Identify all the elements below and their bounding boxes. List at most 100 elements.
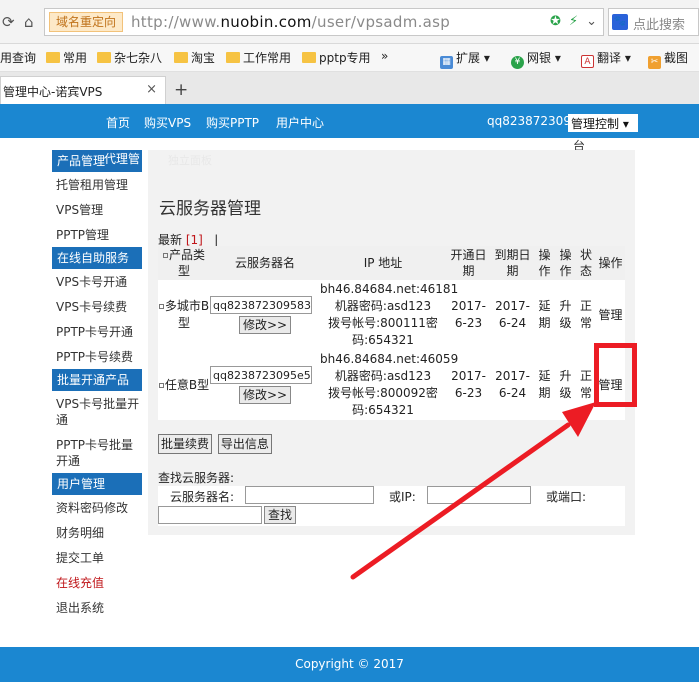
url-text[interactable]: http://www.nuobin.com/user/vpsadm.asp bbox=[131, 13, 450, 31]
url-box[interactable]: 域名重定向 http://www.nuobin.com/user/vpsadm.… bbox=[44, 8, 604, 36]
bottom-strip bbox=[0, 682, 699, 693]
folder-icon bbox=[97, 52, 111, 63]
batch-actions: 批量续费 导出信息 bbox=[158, 434, 274, 454]
select-all-checkbox[interactable] bbox=[162, 253, 168, 258]
bookmark-item[interactable]: ¥ 网银 ▾ bbox=[511, 49, 561, 69]
close-icon[interactable]: × bbox=[146, 82, 157, 97]
security-refresh-icon[interactable]: ✪ bbox=[550, 14, 561, 29]
bookmark-item[interactable]: 杂七杂八 bbox=[97, 49, 162, 66]
sidebar-item-online-recharge[interactable]: 在线充值 bbox=[52, 570, 142, 595]
content-panel: 云服务器管理 最新 [1] | 产品类型 云服务器名 IP 地址 开通日期 到期… bbox=[148, 150, 635, 535]
manage-console-button[interactable]: 管理控制 ▾ bbox=[568, 114, 638, 132]
search-port-input[interactable] bbox=[158, 506, 262, 524]
filter-count: [1] bbox=[185, 233, 203, 247]
sidebar-item-pptp-batch-open[interactable]: PPTP卡号批量开通 bbox=[52, 432, 142, 473]
sidebar-overflow-agent: 代理管 bbox=[104, 152, 141, 166]
bookmark-item[interactable]: ▦ 扩展 ▾ bbox=[440, 49, 490, 69]
column-header: 云服务器名 bbox=[210, 246, 320, 280]
home-icon[interactable]: ⌂ bbox=[24, 13, 34, 31]
row-checkbox[interactable] bbox=[158, 304, 164, 309]
renew-link[interactable]: 延期 bbox=[534, 280, 555, 350]
nav-link-buy-vps[interactable]: 购买VPS bbox=[144, 114, 191, 131]
url-icons: ✪ ⚡ ⌄ bbox=[542, 14, 597, 29]
chevron-down-icon[interactable]: ⌄ bbox=[586, 14, 597, 29]
column-header: IP 地址 bbox=[320, 246, 446, 280]
search-engine-icon: 🐾 bbox=[612, 14, 628, 30]
batch-renew-button[interactable]: 批量续费 bbox=[158, 434, 213, 454]
bookmark-item[interactable]: 常用 bbox=[46, 49, 87, 66]
machine-password: 机器密码:asd123 bbox=[334, 299, 432, 313]
column-header: 操作 bbox=[555, 246, 576, 280]
sidebar-item-financial-details[interactable]: 财务明细 bbox=[52, 520, 142, 545]
bookmark-item[interactable]: 用查询 bbox=[0, 49, 36, 66]
sidebar-item-vps-card-renew[interactable]: VPS卡号续费 bbox=[52, 294, 142, 319]
search-box[interactable]: 🐾 点此搜索 bbox=[608, 8, 699, 36]
tab-title: 管理中心-诺宾VPS bbox=[3, 85, 103, 99]
footer: Copyright © 2017 bbox=[0, 647, 699, 682]
modify-button[interactable]: 修改>> bbox=[238, 316, 292, 334]
bookmark-item[interactable]: A 翻译 ▾ bbox=[581, 49, 631, 68]
bookmark-item[interactable]: 工作常用 bbox=[226, 49, 291, 66]
domain-redirect-tag[interactable]: 域名重定向 bbox=[49, 12, 124, 32]
search-server-name-input[interactable] bbox=[245, 486, 374, 504]
new-tab-button[interactable]: + bbox=[174, 80, 188, 100]
sidebar-section-user-management[interactable]: 用户管理 bbox=[52, 473, 142, 495]
server-name-input[interactable]: qq823872309583c bbox=[210, 296, 312, 314]
sidebar-item-logout[interactable]: 退出系统 bbox=[52, 595, 142, 620]
annotation-highlight-box bbox=[594, 343, 637, 407]
export-info-button[interactable]: 导出信息 bbox=[217, 434, 272, 454]
column-header: 产品类型 bbox=[158, 246, 210, 280]
search-ip-input[interactable] bbox=[427, 486, 531, 504]
upgrade-link[interactable]: 升级 bbox=[555, 350, 576, 420]
sidebar-section-batch-open[interactable]: 批量开通产品 bbox=[52, 369, 142, 391]
browser-tab-active[interactable]: 管理中心-诺宾VPS × bbox=[0, 76, 166, 104]
sidebar-item-pptp-card-open[interactable]: PPTP卡号开通 bbox=[52, 319, 142, 344]
nav-link-home[interactable]: 首页 bbox=[106, 114, 130, 131]
expire-date-cell: 2017-6-24 bbox=[495, 299, 530, 330]
table-row: 多城市B型 qq823872309583c 修改>> bh46.84684.ne… bbox=[158, 280, 625, 350]
sidebar-item-submit-ticket[interactable]: 提交工单 bbox=[52, 545, 142, 570]
column-header: 到期日期 bbox=[491, 246, 534, 280]
lightning-icon[interactable]: ⚡ bbox=[569, 14, 578, 29]
sidebar-item-vps-management[interactable]: VPS管理 bbox=[52, 197, 142, 222]
folder-icon bbox=[46, 52, 60, 63]
search-row: 云服务器名: 或IP: 或端口: 查找 bbox=[158, 486, 625, 526]
server-search-form: 查找云服务器: 云服务器名: 或IP: 或端口: 查找 bbox=[158, 470, 625, 526]
column-header: 操作 bbox=[534, 246, 555, 280]
server-name-label: 云服务器名: bbox=[170, 490, 235, 504]
sidebar-item-pptp-management[interactable]: PPTP管理 bbox=[52, 222, 142, 247]
bookmarks-overflow[interactable]: » bbox=[381, 49, 388, 63]
server-name-input[interactable]: qq8238723095e52 bbox=[210, 366, 312, 384]
table-header-row: 产品类型 云服务器名 IP 地址 开通日期 到期日期 操作 操作 状态 操作 bbox=[158, 246, 625, 280]
column-header: 操作 bbox=[596, 246, 625, 280]
browser-address-bar: ⟳ ⌂ 域名重定向 http://www.nuobin.com/user/vps… bbox=[0, 0, 699, 44]
row-checkbox[interactable] bbox=[158, 382, 164, 388]
table-row: 任意B型 qq8238723095e52 修改>> bh46.84684.net… bbox=[158, 350, 625, 420]
nav-link-buy-pptp[interactable]: 购买PPTP bbox=[206, 114, 259, 131]
extension-icon: ▦ bbox=[440, 56, 453, 69]
sidebar-item-pptp-card-renew[interactable]: PPTP卡号续费 bbox=[52, 344, 142, 369]
sidebar-item-hosting-management[interactable]: 托管租用管理 bbox=[52, 172, 142, 197]
sidebar-item-vps-card-open[interactable]: VPS卡号开通 bbox=[52, 269, 142, 294]
upgrade-link[interactable]: 升级 bbox=[555, 280, 576, 350]
bookmark-item[interactable]: 淘宝 bbox=[174, 49, 215, 66]
modify-button[interactable]: 修改>> bbox=[238, 386, 292, 404]
ip-host: bh46.84684.net:46059 bbox=[320, 352, 459, 366]
product-type-cell: 任意B型 bbox=[158, 350, 210, 420]
sidebar-section-self-service[interactable]: 在线自助服务 bbox=[52, 247, 142, 269]
copyright-text: Copyright © 2017 bbox=[295, 657, 404, 671]
dial-password: 码:654321 bbox=[352, 333, 414, 347]
refresh-icon[interactable]: ⟳ bbox=[2, 13, 15, 31]
sidebar-item-profile-password[interactable]: 资料密码修改 bbox=[52, 495, 142, 520]
renew-link[interactable]: 延期 bbox=[534, 350, 555, 420]
expire-date-cell: 2017-6-24 bbox=[495, 369, 530, 400]
manage-link[interactable]: 管理 bbox=[596, 280, 625, 350]
filter-latest-link[interactable]: 最新 bbox=[158, 233, 182, 247]
nav-link-user-center[interactable]: 用户中心 bbox=[276, 114, 324, 131]
sidebar-item-vps-batch-open[interactable]: VPS卡号批量开通 bbox=[52, 391, 142, 432]
search-submit-button[interactable]: 查找 bbox=[264, 506, 297, 524]
bookmark-item[interactable]: pptp专用 bbox=[302, 49, 371, 66]
filter-separator: | bbox=[214, 233, 219, 247]
bookmark-item[interactable]: ✂ 截图 bbox=[648, 49, 688, 69]
tab-strip: 管理中心-诺宾VPS × + bbox=[0, 72, 699, 104]
